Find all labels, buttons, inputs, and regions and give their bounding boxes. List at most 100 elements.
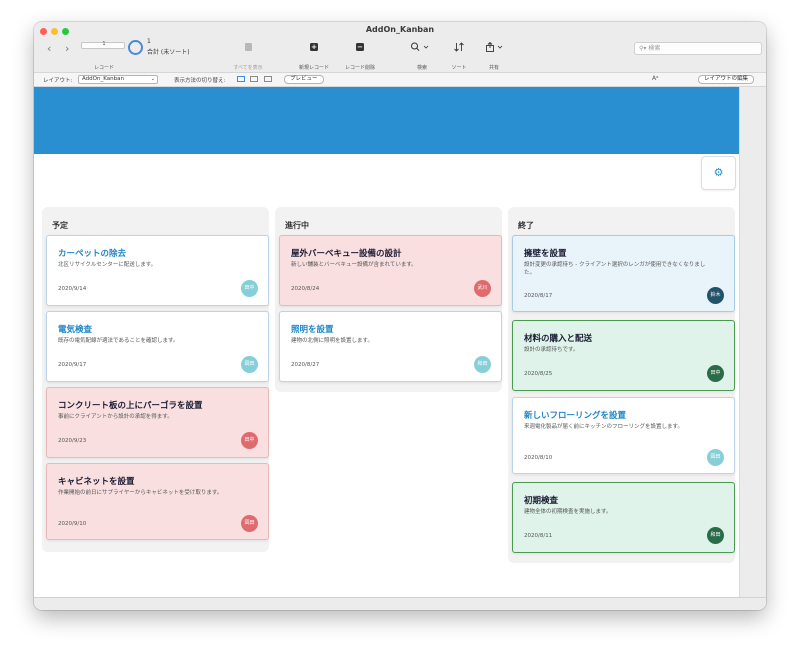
kanban-card[interactable]: 初期検査 建物全体の初期検査を実施します。 2020/8/11 和田 (512, 482, 735, 553)
card-description: 建物全体の初期検査を実施します。 (524, 509, 612, 515)
kanban-card[interactable]: 電気検査 既存の電気配線が適法であることを確認します。 2020/9/17 岡田 (46, 311, 269, 382)
share-label: 共有 (488, 65, 499, 71)
card-description: 設計の承認待ちです。 (524, 347, 579, 353)
show-all-icon (244, 43, 252, 51)
card-description: 北区リサイクルセンターに配送します。 (58, 262, 157, 268)
share-button[interactable] (484, 41, 506, 54)
new-record-button[interactable]: + (307, 42, 321, 54)
header-banner (34, 87, 739, 154)
minus-icon: − (356, 43, 364, 51)
assignee-avatar: 鈴木 (707, 287, 724, 304)
record-pie-icon (128, 40, 143, 55)
kanban-column-done: 終了 擁壁を設置 設計変更の承認待ち - クライアント選択のレンガが使用できなく… (508, 207, 735, 563)
kanban-card[interactable]: キャビネットを設置 作業開始の前日にサプライヤーからキャビネットを受け取ります。… (46, 463, 269, 540)
kanban-card[interactable]: 照明を設置 建物の北側に照明を設置します。 2020/8/27 和田 (279, 311, 502, 382)
card-title: 擁壁を設置 (524, 249, 567, 259)
card-title: 屋外バーベキュー設備の設計 (291, 249, 402, 259)
layout-select[interactable]: AddOn_Kanban ⌄ (78, 75, 158, 84)
card-description: 設計変更の承認待ち - クライアント選択のレンガが使用できなくなりました。 (524, 262, 706, 276)
assignee-avatar: 武川 (474, 280, 491, 297)
kanban-card[interactable]: 新しいフローリングを設置 来週電化製品が届く前にキッチンのフローリングを設置しま… (512, 397, 735, 474)
assignee-avatar: 岡田 (241, 356, 258, 373)
card-date: 2020/9/23 (58, 438, 87, 444)
card-title: 材料の購入と配送 (524, 334, 593, 344)
column-title: 終了 (518, 221, 534, 230)
card-title: 初期検査 (524, 496, 559, 506)
layout-label: レイアウト: (43, 78, 73, 84)
kanban-column-in-progress: 進行中 屋外バーベキュー設備の設計 新しい舗装とバーベキュー設備が含まれています… (275, 207, 502, 392)
card-description: 既存の電気配線が適法であることを確認します。 (58, 338, 179, 344)
previous-record-icon[interactable]: ‹ (47, 42, 51, 55)
app-window: AddOn_Kanban ‹ › 1 1 合計 (未ソート) レコード すべてを… (34, 22, 766, 610)
column-title: 進行中 (285, 221, 309, 230)
edit-layout-button[interactable]: レイアウトの編集 (698, 75, 755, 84)
kanban-card[interactable]: 材料の購入と配送 設計の承認待ちです。 2020/8/25 田中 (512, 320, 735, 391)
assignee-avatar: 岡田 (707, 449, 724, 466)
list-view-icon[interactable] (250, 76, 258, 82)
status-bar (34, 597, 766, 610)
quick-find-field[interactable]: ⚲▾ 検索 (634, 42, 762, 55)
search-placeholder: 検索 (648, 45, 661, 52)
window-title: AddOn_Kanban (365, 25, 435, 34)
card-title: 電気検査 (58, 325, 93, 335)
view-as-label: 表示方法の切り替え: (174, 78, 226, 84)
card-description: 来週電化製品が届く前にキッチンのフローリングを設置します。 (524, 424, 683, 430)
card-date: 2020/8/10 (524, 455, 553, 461)
vertical-scrollbar[interactable] (739, 87, 766, 597)
title-bar: AddOn_Kanban ‹ › 1 1 合計 (未ソート) レコード すべてを… (34, 22, 766, 73)
card-date: 2020/8/17 (524, 293, 553, 299)
record-slider-value: 1 (102, 41, 106, 47)
card-description: 建物の北側に照明を設置します。 (291, 338, 373, 344)
assignee-avatar: 岡田 (241, 515, 258, 532)
assignee-avatar: 田中 (707, 365, 724, 382)
card-title: コンクリート板の上にパーゴラを設置 (58, 401, 203, 411)
assignee-avatar: 和田 (707, 527, 724, 544)
kanban-card[interactable]: 擁壁を設置 設計変更の承認待ち - クライアント選択のレンガが使用できなくなりま… (512, 235, 735, 312)
gear-icon: ⚙ (713, 166, 724, 179)
preview-button[interactable]: プレビュー (284, 75, 324, 84)
card-description: 作業開始の前日にサプライヤーからキャビネットを受け取ります。 (58, 490, 223, 496)
layout-bar: レイアウト: AddOn_Kanban ⌄ 表示方法の切り替え: プレビュー A… (34, 73, 766, 87)
card-date: 2020/8/25 (524, 371, 553, 377)
search-icon: ⚲▾ (639, 45, 649, 52)
card-description: 新しい舗装とバーベキュー設備が含まれています。 (291, 262, 417, 268)
kanban-card[interactable]: コンクリート板の上にパーゴラを設置 事前にクライアントから設計の承認を得ます。 … (46, 387, 269, 458)
layout-select-value: AddOn_Kanban (82, 76, 124, 82)
card-title: 照明を設置 (291, 325, 334, 335)
find-button[interactable] (408, 42, 432, 54)
card-title: カーペットの除去 (58, 249, 127, 259)
show-all-button[interactable] (241, 42, 255, 54)
card-date: 2020/9/14 (58, 286, 87, 292)
next-record-icon[interactable]: › (65, 42, 69, 55)
card-title: キャビネットを設置 (58, 477, 135, 487)
delete-record-button[interactable]: − (353, 42, 367, 54)
share-icon (486, 41, 503, 52)
card-date: 2020/9/17 (58, 362, 87, 368)
assignee-avatar: 田中 (241, 432, 258, 449)
record-count: 1 (147, 38, 151, 45)
card-date: 2020/9/10 (58, 521, 87, 527)
chevron-down-icon: ⌄ (150, 76, 155, 82)
kanban-card[interactable]: 屋外バーベキュー設備の設計 新しい舗装とバーベキュー設備が含まれています。 20… (279, 235, 502, 306)
card-description: 事前にクライアントから設計の承認を得ます。 (58, 414, 173, 420)
assignee-avatar: 和田 (474, 356, 491, 373)
table-view-icon[interactable] (264, 76, 272, 82)
kanban-card[interactable]: カーペットの除去 北区リサイクルセンターに配送します。 2020/9/14 田中 (46, 235, 269, 306)
column-title: 予定 (52, 221, 68, 230)
settings-button[interactable]: ⚙ (701, 156, 736, 190)
sort-icon (454, 42, 464, 52)
text-format-icon[interactable]: Aᵃ (652, 75, 658, 82)
card-date: 2020/8/24 (291, 286, 320, 292)
magnifier-icon (411, 42, 429, 51)
show-all-label: すべてを表示 (233, 65, 263, 71)
kanban-column-todo: 予定 カーペットの除去 北区リサイクルセンターに配送します。 2020/9/14… (42, 207, 269, 552)
record-total: 合計 (未ソート) (147, 49, 190, 56)
card-title: 新しいフローリングを設置 (524, 411, 627, 421)
assignee-avatar: 田中 (241, 280, 258, 297)
sort-button[interactable] (452, 42, 466, 54)
delete-record-label: レコード削除 (344, 65, 375, 71)
card-date: 2020/8/11 (524, 533, 553, 539)
records-label: レコード (93, 65, 114, 71)
record-slider[interactable]: 1 (81, 41, 125, 49)
form-view-icon[interactable] (237, 76, 245, 82)
